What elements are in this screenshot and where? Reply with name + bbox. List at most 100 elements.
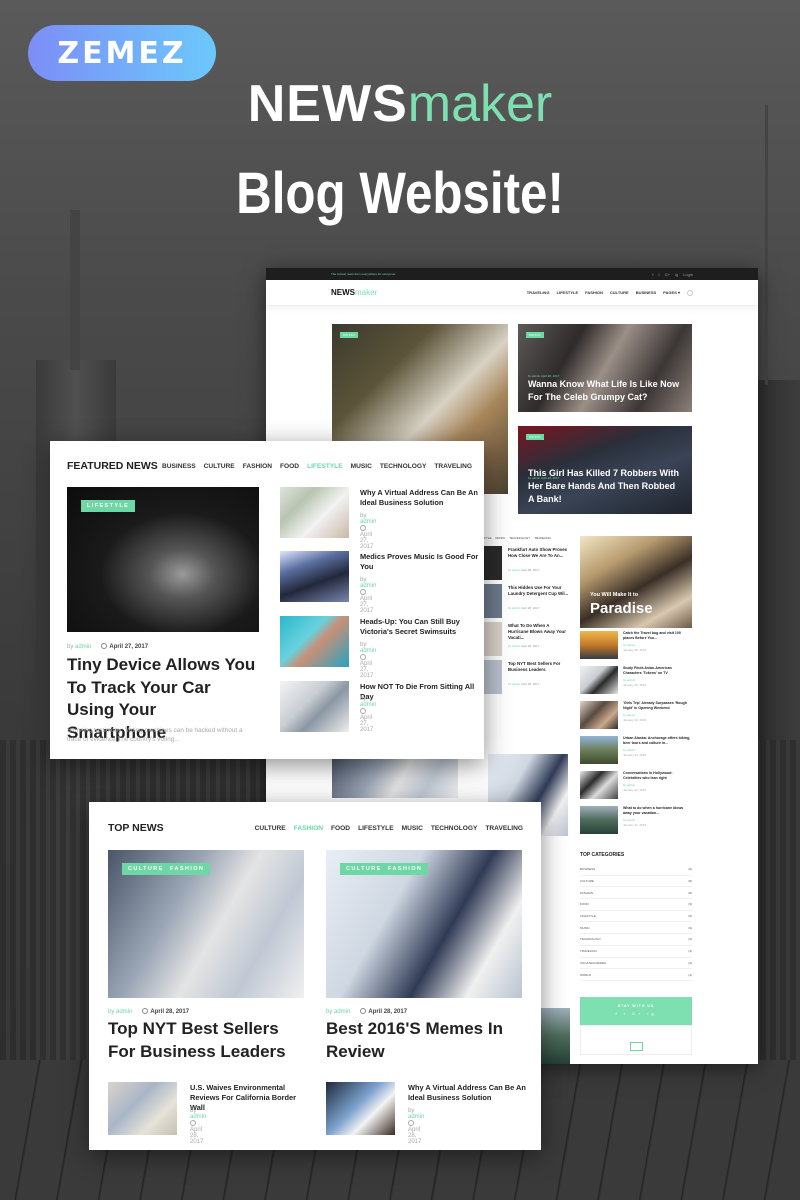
hero-card-1-tag[interactable]: MUSIC: [526, 332, 545, 338]
category-row[interactable]: FOOD (3): [580, 899, 692, 911]
clock-icon: [360, 708, 366, 714]
top-news-title-1[interactable]: Top NYT Best Sellers For Business Leader…: [108, 1018, 298, 1063]
google-plus-icon[interactable]: G+: [665, 272, 670, 277]
mini-post[interactable]: This Hidden Use For Your Laundry Deterge…: [482, 584, 572, 621]
menu-traveling[interactable]: TRAVELING: [527, 290, 550, 295]
featured-main-byline: by admin: [67, 644, 91, 650]
sidebar-post-title[interactable]: What to do when a hurricane blows away y…: [623, 806, 691, 816]
category-row[interactable]: WORLD (4): [580, 969, 692, 981]
top-news-image-2[interactable]: CULTURE FASHION: [326, 850, 522, 998]
tab-music[interactable]: MUSIC: [351, 463, 372, 470]
tag-culture[interactable]: CULTURE: [340, 863, 388, 875]
mini-post[interactable]: What To Do When A Hurricane Blows Away Y…: [482, 622, 572, 659]
author-link[interactable]: admin: [75, 644, 91, 650]
hero-card-2-title[interactable]: This Girl Has Killed 7 Robbers With Her …: [528, 467, 682, 506]
facebook-icon[interactable]: f: [652, 272, 653, 277]
featured-side-title[interactable]: Why A Virtual Address Can Be An Ideal Bu…: [360, 488, 480, 508]
tab-fashion[interactable]: FASHION: [294, 825, 323, 832]
featured-main-image[interactable]: LIFESTYLE: [67, 487, 259, 632]
login-link[interactable]: Login: [683, 272, 693, 277]
category-row[interactable]: CULTURE (8): [580, 876, 692, 888]
menu-business[interactable]: BUSINESS: [636, 290, 656, 295]
category-row[interactable]: FASHION (8): [580, 887, 692, 900]
small-post-title[interactable]: U.S. Waives Environmental Reviews For Ca…: [190, 1083, 310, 1113]
mini-post[interactable]: Frankfurt Auto Show Proves How Close We …: [482, 546, 572, 583]
sidebar-post[interactable]: Study Finds Asian-American Characters 'T…: [580, 664, 692, 698]
hero-main-tag[interactable]: MUSIC: [340, 332, 359, 338]
tab-food[interactable]: FOOD: [280, 463, 299, 470]
top-news-title-2[interactable]: Best 2016'S Memes In Review: [326, 1018, 516, 1063]
tab-music[interactable]: MUSIC: [402, 825, 423, 832]
instagram-icon[interactable]: ig: [675, 272, 678, 277]
small-post-title[interactable]: Why A Virtual Address Can Be An Ideal Bu…: [408, 1083, 528, 1103]
date-text: April 28, 2017: [408, 1127, 422, 1145]
tag-culture[interactable]: CULTURE: [122, 863, 170, 875]
mini-post-meta: by admin April 28, 2017: [508, 682, 539, 686]
tab-technology[interactable]: TECHNOLOGY: [431, 825, 478, 832]
hero-card-1[interactable]: MUSIC by admin April 28, 2017 Wanna Know…: [518, 324, 692, 412]
site-topbar: The hottest news from everywhere for eve…: [266, 268, 758, 280]
category-row[interactable]: BUSINESS (6): [580, 864, 692, 876]
category-row[interactable]: UNCATEGORIZED (4): [580, 958, 692, 970]
promo-card[interactable]: You Will Make It to Paradise: [580, 536, 692, 628]
product-title-bold: NEWS: [247, 75, 408, 133]
sidebar-post-date: January 21, 2016: [623, 823, 647, 827]
sidebar-post-title[interactable]: Study Finds Asian-American Characters 'T…: [623, 666, 691, 676]
featured-side-title[interactable]: How NOT To Die From Sitting All Day: [360, 682, 480, 702]
sidebar-post[interactable]: 'Girls Trip' Already Surpasses 'Rough Ni…: [580, 699, 692, 733]
hero-card-2-tag[interactable]: MUSIC: [526, 434, 545, 440]
twitter-icon[interactable]: t: [659, 272, 660, 277]
sidebar-post[interactable]: Conversations in Hollywood: Celebrities …: [580, 769, 692, 803]
featured-side-title[interactable]: Medics Proves Music Is Good For You: [360, 552, 480, 572]
mid-tab[interactable]: TECHNOLOGY: [509, 536, 530, 540]
mini-post-title[interactable]: Top NYT Best Sellers For Business Leader…: [508, 661, 570, 673]
tab-traveling[interactable]: TRAVELING: [434, 463, 472, 470]
menu-fashion[interactable]: FASHION: [585, 290, 603, 295]
mid-tab[interactable]: TRAVELING: [534, 536, 551, 540]
category-row[interactable]: MUSIC (9): [580, 922, 692, 935]
tag-fashion[interactable]: FASHION: [382, 863, 429, 875]
clock-icon: [408, 1120, 414, 1126]
tab-food[interactable]: FOOD: [331, 825, 350, 832]
tab-lifestyle[interactable]: LIFESTYLE: [307, 463, 343, 470]
sidebar-post-title[interactable]: Catch the Travel bug and visit 100 place…: [623, 631, 691, 641]
mini-post-title[interactable]: What To Do When A Hurricane Blows Away Y…: [508, 623, 570, 641]
tab-culture[interactable]: CULTURE: [255, 825, 286, 832]
sidebar-post-title[interactable]: 'Girls Trip' Already Surpasses 'Rough Ni…: [623, 701, 691, 711]
search-icon[interactable]: [687, 289, 693, 296]
tab-lifestyle[interactable]: LIFESTYLE: [358, 825, 394, 832]
tab-culture[interactable]: CULTURE: [204, 463, 235, 470]
sidebar-post-title[interactable]: Conversations in Hollywood: Celebrities …: [623, 771, 691, 781]
featured-main-tag[interactable]: LIFESTYLE: [81, 500, 136, 512]
tab-technology[interactable]: TECHNOLOGY: [380, 463, 427, 470]
hero-card-2[interactable]: MUSIC by admin April 28, 2017 This Girl …: [518, 426, 692, 514]
category-row[interactable]: TECHNOLOGY (2): [580, 934, 692, 946]
menu-lifestyle[interactable]: LIFESTYLE: [557, 290, 579, 295]
stay-social-icons[interactable]: f t G+ ig: [580, 1011, 692, 1016]
tab-traveling[interactable]: TRAVELING: [485, 825, 523, 832]
menu-pages[interactable]: PAGES ▾: [663, 290, 680, 295]
mid-tab[interactable]: MUSIC: [496, 536, 506, 540]
mini-post[interactable]: Top NYT Best Sellers For Business Leader…: [482, 660, 572, 697]
category-row[interactable]: TRAVELING (3): [580, 946, 692, 958]
sidebar-post-title[interactable]: Urban Alaska: Anchorage offers biking, b…: [623, 736, 691, 746]
tag-fashion[interactable]: FASHION: [164, 863, 211, 875]
tab-fashion[interactable]: FASHION: [243, 463, 272, 470]
category-count: (3): [688, 949, 692, 954]
tab-business[interactable]: BUSINESS: [162, 463, 196, 470]
mini-post-title[interactable]: This Hidden Use For Your Laundry Deterge…: [508, 585, 570, 597]
sidebar-post[interactable]: Urban Alaska: Anchorage offers biking, b…: [580, 734, 692, 768]
sidebar-post[interactable]: What to do when a hurricane blows away y…: [580, 804, 692, 838]
category-row[interactable]: LIFESTYLE (5): [580, 911, 692, 923]
clock-icon: [190, 1120, 196, 1126]
byline: by admin: [326, 1009, 350, 1015]
hero-card-1-title[interactable]: Wanna Know What Life Is Like Now For The…: [528, 378, 682, 404]
author-link[interactable]: by admin: [326, 1009, 350, 1015]
top-news-image-1[interactable]: CULTURE FASHION: [108, 850, 304, 998]
author-link[interactable]: by admin: [108, 1009, 132, 1015]
site-logo[interactable]: NEWSmaker: [331, 288, 377, 297]
mini-post-title[interactable]: Frankfurt Auto Show Proves How Close We …: [508, 547, 570, 559]
featured-side-title[interactable]: Heads-Up: You Can Still Buy Victoria's S…: [360, 617, 480, 637]
menu-culture[interactable]: CULTURE: [610, 290, 629, 295]
sidebar-post[interactable]: Catch the Travel bug and visit 100 place…: [580, 629, 692, 663]
